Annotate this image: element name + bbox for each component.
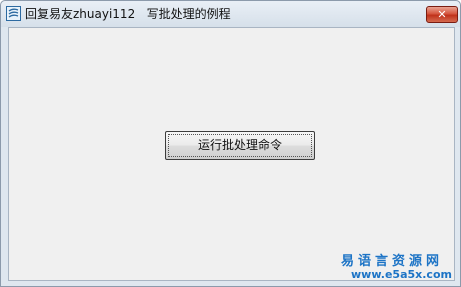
watermark-site-name: 易语言资源网 [341,254,444,269]
run-batch-command-button[interactable]: 运行批处理命令 [165,131,315,160]
app-window: 回复易友zhuayi112 写批处理的例程 ✕ 运行批处理命令 易语言资源网 w… [0,0,461,287]
window-title: 回复易友zhuayi112 写批处理的例程 [25,7,231,21]
client-area: 运行批处理命令 [8,27,455,281]
close-button[interactable]: ✕ [426,6,458,23]
title-bar[interactable]: 回复易友zhuayi112 写批处理的例程 ✕ [1,1,460,27]
run-button-label: 运行批处理命令 [197,138,282,152]
close-icon: ✕ [437,8,447,21]
app-logo-icon [6,6,21,21]
watermark-url: www.e5a5x.com [351,268,452,281]
